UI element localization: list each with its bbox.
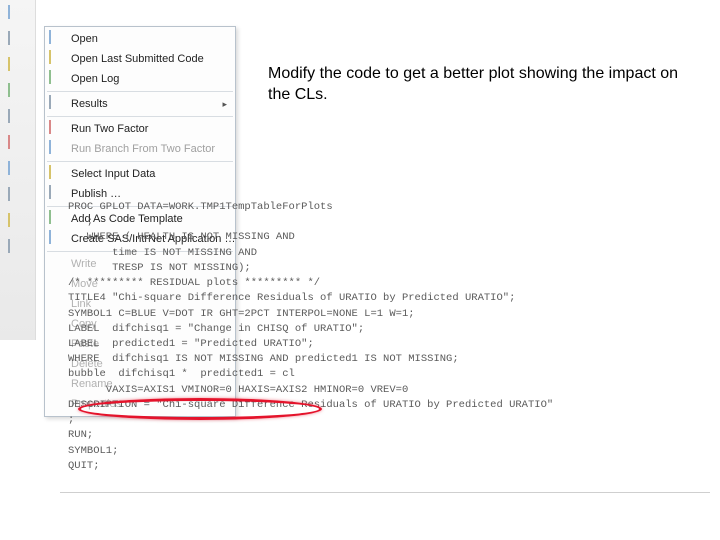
code-line: SYMBOL1; <box>68 444 708 459</box>
menu-separator <box>47 91 233 92</box>
menu-icon <box>49 376 65 392</box>
run-branch-icon <box>49 141 65 157</box>
menu-icon <box>49 276 65 292</box>
code-line: LABEL predicted1 = "Predicted URATIO"; <box>68 337 708 352</box>
menu-icon <box>49 256 65 272</box>
menu-item[interactable]: Run Two Factor <box>45 119 235 139</box>
divider <box>60 492 710 493</box>
menu-item-label: Open <box>71 33 227 45</box>
tool-icon-4[interactable] <box>8 84 28 104</box>
code-line: time IS NOT MISSING AND <box>68 246 708 261</box>
menu-item[interactable]: Open Last Submitted Code <box>45 49 235 69</box>
menu-icon <box>49 316 65 332</box>
menu-item-label: Open Last Submitted Code <box>71 53 227 65</box>
menu-item-label: Run Two Factor <box>71 123 227 135</box>
code-line: /* ********* RESIDUAL plots ********* */ <box>68 276 708 291</box>
tool-icon-2[interactable] <box>8 32 28 52</box>
code-line: VAXIS=AXIS1 VMINOR=0 HAXIS=AXIS2 HMINOR=… <box>68 383 708 398</box>
menu-icon <box>49 336 65 352</box>
submenu-arrow-icon: ▸ <box>222 99 227 110</box>
menu-item-label: Results <box>71 98 216 110</box>
intrnet-icon <box>49 231 65 247</box>
log-icon <box>49 71 65 87</box>
open-last-icon <box>49 51 65 67</box>
code-editor[interactable]: PROC GPLOT DATA=WORK.TMP1TempTableForPlo… <box>68 200 708 474</box>
open-icon <box>49 31 65 47</box>
publish-icon <box>49 186 65 202</box>
tool-icon-5[interactable] <box>8 110 28 130</box>
menu-icon <box>49 396 65 412</box>
menu-item-label: Select Input Data <box>71 168 227 180</box>
menu-icon <box>49 296 65 312</box>
tool-icon-10[interactable] <box>8 240 28 260</box>
tool-icon-6[interactable] <box>8 136 28 156</box>
tool-icon-7[interactable] <box>8 162 28 182</box>
code-line: WHERE ( HEALTH IS NOT MISSING AND <box>68 230 708 245</box>
tool-icon-8[interactable] <box>8 188 28 208</box>
code-line: LABEL difchisq1 = "Change in CHISQ of UR… <box>68 322 708 337</box>
menu-item[interactable]: Results ▸ <box>45 94 235 114</box>
run-icon <box>49 121 65 137</box>
results-icon <box>49 96 65 112</box>
menu-item[interactable]: Open Log <box>45 69 235 89</box>
menu-icon <box>49 356 65 372</box>
code-line: RUN; <box>68 428 708 443</box>
code-line: TRESP IS NOT MISSING); <box>68 261 708 276</box>
annotation-callout: Modify the code to get a better plot sho… <box>268 64 688 106</box>
code-line: PROC GPLOT DATA=WORK.TMP1TempTableForPlo… <box>68 200 708 215</box>
menu-item[interactable]: Open <box>45 29 235 49</box>
tool-icon-3[interactable] <box>8 58 28 78</box>
code-line: ; <box>68 215 708 230</box>
code-line: WHERE difchisq1 IS NOT MISSING AND predi… <box>68 352 708 367</box>
menu-item-label: Open Log <box>71 73 227 85</box>
code-line: QUIT; <box>68 459 708 474</box>
menu-item[interactable]: Select Input Data <box>45 164 235 184</box>
template-icon <box>49 211 65 227</box>
code-line: bubble difchisq1 * predicted1 = cl <box>68 367 708 382</box>
menu-separator <box>47 116 233 117</box>
menu-separator <box>47 161 233 162</box>
menu-item-label: Run Branch From Two Factor <box>71 143 227 155</box>
menu-item: Run Branch From Two Factor <box>45 139 235 159</box>
menu-item-label: Publish … <box>71 188 227 200</box>
tool-icon-9[interactable] <box>8 214 28 234</box>
code-line: DESCRIPTION = "Chi-square Difference Res… <box>68 398 708 413</box>
vertical-toolbar <box>0 0 36 340</box>
tool-icon-1[interactable] <box>8 6 28 26</box>
select-data-icon <box>49 166 65 182</box>
code-line: SYMBOL1 C=BLUE V=DOT IR GHT=2PCT INTERPO… <box>68 307 708 322</box>
code-line: ; <box>68 413 708 428</box>
code-line: TITLE4 "Chi-square Difference Residuals … <box>68 291 708 306</box>
